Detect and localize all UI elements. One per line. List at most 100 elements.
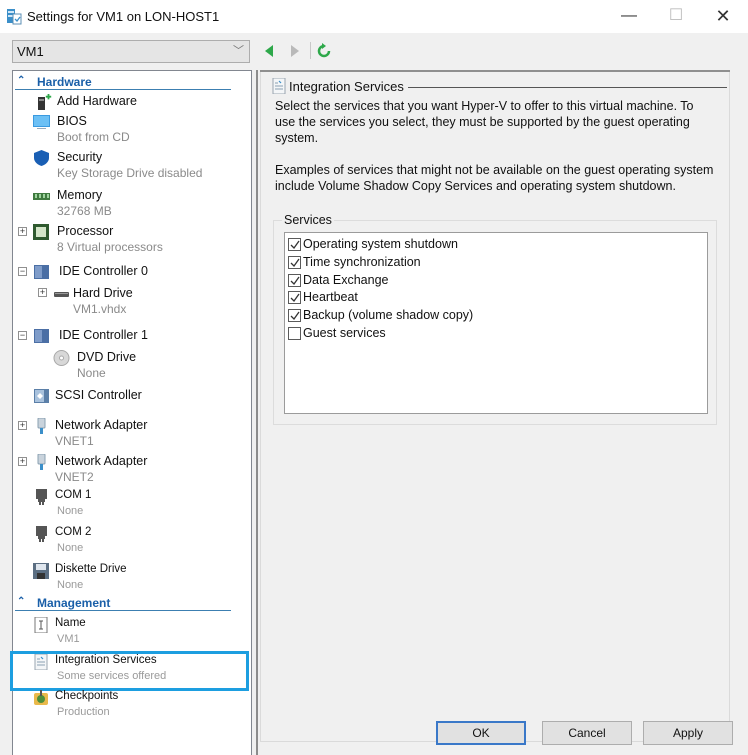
- item-detail: 8 Virtual processors: [57, 240, 163, 254]
- tree-item-bios[interactable]: BIOS Boot from CD: [13, 113, 243, 145]
- close-button[interactable]: ✕: [708, 4, 738, 28]
- item-name: COM 1: [55, 489, 92, 501]
- expand-icon[interactable]: +: [18, 227, 27, 236]
- refresh-icon[interactable]: [317, 43, 331, 59]
- item-name: DVD Drive: [77, 350, 137, 364]
- vm-selector-dropdown[interactable]: VM1 ﹀: [12, 40, 250, 63]
- item-name: Hard Drive: [73, 286, 133, 300]
- item-name: IDE Controller 1: [59, 328, 148, 342]
- cancel-button[interactable]: Cancel: [542, 721, 632, 745]
- pane-splitter[interactable]: [256, 70, 258, 755]
- collapse-icon[interactable]: ⌃: [17, 596, 25, 607]
- item-name: Security: [57, 150, 103, 164]
- panel-header: Integration Services: [272, 78, 727, 94]
- collapse-icon[interactable]: ⌃: [17, 75, 25, 86]
- tree-item-com-2[interactable]: COM 2 None: [13, 525, 243, 557]
- dvd-drive-icon: [53, 350, 70, 366]
- expand-icon[interactable]: +: [38, 288, 47, 297]
- scsi-controller-icon: [34, 389, 49, 403]
- com-port-icon: [36, 526, 47, 542]
- ide-controller-icon: [34, 329, 49, 343]
- hard-drive-icon: [54, 292, 69, 297]
- item-detail: None: [57, 505, 84, 517]
- services-label: Services: [282, 213, 334, 227]
- item-name: IDE Controller 0: [59, 264, 148, 278]
- item-name: Name: [55, 617, 86, 629]
- chevron-down-icon: ﹀: [233, 45, 244, 57]
- checkmark-icon: [290, 276, 300, 285]
- name-icon: [34, 617, 48, 633]
- tree-item-checkpoints[interactable]: Checkpoints Production: [13, 689, 243, 721]
- processor-icon: [33, 224, 49, 240]
- service-label: Guest services: [303, 326, 386, 340]
- item-name: Diskette Drive: [55, 563, 127, 575]
- item-detail: None: [57, 579, 84, 591]
- floppy-disk-icon: [33, 563, 49, 579]
- tree-item-security[interactable]: Security Key Storage Drive disabled: [13, 149, 243, 181]
- section-label: Management: [37, 596, 111, 610]
- settings-tree[interactable]: ⌃ Hardware Add Hardware BIOS Boot from C…: [10, 70, 252, 755]
- tree-item-name[interactable]: Name VM1: [13, 616, 243, 648]
- tree-item-memory[interactable]: Memory 32768 MB: [13, 187, 243, 219]
- section-label: Hardware: [37, 75, 92, 89]
- section-hardware[interactable]: ⌃ Hardware: [15, 74, 231, 90]
- ok-button[interactable]: OK: [436, 721, 526, 745]
- expand-icon[interactable]: +: [18, 421, 27, 430]
- item-detail: VM1: [57, 633, 80, 645]
- checkbox-checked[interactable]: [288, 309, 301, 323]
- item-name: Checkpoints: [55, 690, 119, 702]
- apply-button[interactable]: Apply: [643, 721, 733, 745]
- add-hardware-icon: [38, 94, 52, 110]
- forward-arrow-icon[interactable]: [288, 43, 302, 59]
- checkmark-icon: [290, 240, 300, 250]
- section-management[interactable]: ⌃ Management: [15, 595, 231, 611]
- shield-icon: [34, 150, 49, 166]
- bios-icon: [33, 115, 50, 129]
- tree-item-com-1[interactable]: COM 1 None: [13, 488, 243, 520]
- item-name: Add Hardware: [57, 94, 137, 108]
- item-detail: VNET2: [55, 470, 94, 484]
- service-label: Operating system shutdown: [303, 237, 458, 251]
- network-adapter-icon: [37, 418, 46, 434]
- item-detail: Production: [57, 706, 110, 718]
- service-label: Time synchronization: [303, 254, 421, 269]
- memory-icon: [33, 193, 50, 200]
- checkbox-checked[interactable]: [288, 273, 301, 287]
- minimize-button[interactable]: —: [614, 4, 644, 28]
- tree-item-scsi-controller[interactable]: SCSI Controller: [13, 387, 243, 419]
- selected-item-highlight: [10, 651, 249, 691]
- window-client: VM1 ﹀ ⌃ Hardware Add Hardware BIOS Boot …: [0, 33, 748, 755]
- tree-item-hard-drive[interactable]: + Hard Drive VM1.vhdx: [13, 285, 243, 317]
- service-label: Heartbeat: [303, 290, 358, 305]
- item-name: Network Adapter: [55, 454, 148, 468]
- tree-item-dvd-drive[interactable]: DVD Drive None: [13, 349, 243, 381]
- back-arrow-icon[interactable]: [262, 43, 276, 59]
- item-name: COM 2: [55, 526, 92, 538]
- checkmark-icon: [290, 311, 300, 321]
- checkbox-unchecked[interactable]: [288, 327, 301, 340]
- checkbox-checked[interactable]: [288, 291, 301, 305]
- checkbox-checked[interactable]: [288, 255, 301, 269]
- checkmark-icon: [290, 258, 300, 267]
- settings-app-icon: [7, 9, 22, 25]
- tree-item-diskette-drive[interactable]: Diskette Drive None: [13, 562, 243, 594]
- tree-item-network-adapter-vnet1[interactable]: + Network Adapter VNET1: [13, 417, 243, 449]
- services-checklist[interactable]: Operating system shutdown Time synchroniz…: [284, 232, 708, 414]
- item-detail: None: [77, 366, 106, 380]
- collapse-icon[interactable]: −: [18, 331, 27, 340]
- item-name: SCSI Controller: [55, 388, 142, 402]
- collapse-icon[interactable]: −: [18, 267, 27, 276]
- item-detail: Boot from CD: [57, 130, 130, 144]
- checkpoints-icon: [34, 690, 48, 705]
- item-name: Processor: [57, 224, 114, 238]
- expand-icon[interactable]: +: [18, 457, 27, 466]
- checkbox-checked[interactable]: [288, 238, 301, 251]
- tree-item-network-adapter-vnet2[interactable]: + Network Adapter VNET2: [13, 453, 243, 485]
- network-adapter-icon: [37, 454, 46, 470]
- panel-examples-note: Examples of services that might not be a…: [275, 163, 714, 193]
- item-detail: VM1.vhdx: [73, 302, 127, 316]
- maximize-button[interactable]: ☐: [661, 4, 691, 28]
- tree-item-processor[interactable]: + Processor 8 Virtual processors: [13, 223, 243, 255]
- com-port-icon: [36, 489, 47, 505]
- item-name: BIOS: [57, 114, 87, 128]
